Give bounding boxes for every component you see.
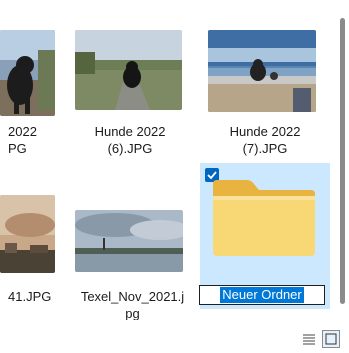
large-icons-view-icon bbox=[325, 333, 337, 345]
image-thumbnail bbox=[0, 195, 55, 273]
file-name-label: Texel_Nov_2021.j pg bbox=[80, 289, 185, 321]
folder-icon bbox=[211, 178, 317, 258]
file-item[interactable]: Hunde 2022 (6).JPG bbox=[70, 30, 190, 160]
file-item[interactable]: 2022 PG bbox=[0, 30, 60, 160]
status-bar bbox=[0, 320, 349, 350]
details-view-icon bbox=[303, 334, 315, 345]
file-item[interactable]: Texel_Nov_2021.j pg bbox=[70, 195, 195, 325]
image-thumbnail bbox=[208, 30, 316, 112]
file-name-label: Hunde 2022 (6).JPG bbox=[94, 124, 166, 156]
image-thumbnail bbox=[0, 30, 55, 116]
file-name-label: 2022 PG bbox=[8, 124, 37, 156]
file-item[interactable]: 41.JPG bbox=[0, 195, 60, 305]
image-thumbnail bbox=[75, 30, 182, 110]
rename-selected-text[interactable]: Neuer Ordner bbox=[220, 287, 304, 303]
large-icons-view-button[interactable] bbox=[322, 330, 340, 348]
rename-input[interactable]: Neuer Ordner bbox=[199, 285, 325, 305]
details-view-button[interactable] bbox=[300, 330, 318, 348]
file-name-label: Hunde 2022 (7).JPG bbox=[229, 124, 301, 156]
scrollbar-thumb[interactable] bbox=[340, 18, 345, 304]
file-grid-view: 2022 PG Hunde 2022 (6).JPG Hunde 2022 (7… bbox=[0, 0, 349, 350]
image-thumbnail bbox=[75, 210, 183, 272]
file-item[interactable]: Hunde 2022 (7).JPG bbox=[200, 30, 330, 160]
file-name-label: 41.JPG bbox=[8, 289, 52, 304]
